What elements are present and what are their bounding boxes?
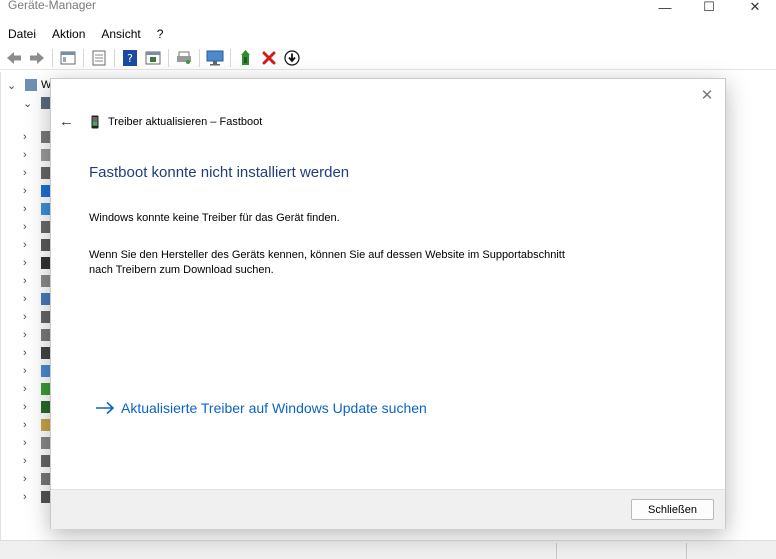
menu-ansicht[interactable]: Ansicht xyxy=(93,27,148,41)
minimize-button[interactable]: — xyxy=(642,0,688,18)
view-icon[interactable] xyxy=(143,48,163,68)
properties-icon[interactable] xyxy=(58,48,78,68)
update-driver-dialog: ✕ ← Treiber aktualisieren – Fastboot Fas… xyxy=(50,78,726,529)
chevron-right-icon[interactable]: › xyxy=(23,455,37,467)
windows-update-link[interactable]: Aktualisierte Treiber auf Windows Update… xyxy=(95,400,427,416)
chevron-right-icon[interactable]: › xyxy=(23,131,37,143)
chevron-right-icon[interactable]: › xyxy=(23,257,37,269)
toolbar-separator xyxy=(230,48,231,67)
dialog-hint-line: nach Treibern zum Download suchen. xyxy=(89,264,274,276)
chevron-right-icon[interactable]: › xyxy=(23,149,37,161)
chevron-right-icon[interactable]: › xyxy=(23,185,37,197)
dialog-message: Windows konnte keine Treiber für das Ger… xyxy=(89,212,340,224)
menu-aktion[interactable]: Aktion xyxy=(44,27,93,41)
toolbar-separator xyxy=(168,48,169,67)
chevron-right-icon[interactable]: › xyxy=(23,239,37,251)
windows-update-link-label: Aktualisierte Treiber auf Windows Update… xyxy=(121,400,427,416)
dialog-heading: Fastboot konnte nicht installiert werden xyxy=(89,164,350,181)
help-icon[interactable]: ? xyxy=(120,48,140,68)
chevron-right-icon[interactable]: › xyxy=(23,419,37,431)
computer-icon xyxy=(25,79,37,91)
chevron-right-icon[interactable]: › xyxy=(23,437,37,449)
uninstall-icon[interactable] xyxy=(259,48,279,68)
phone-device-icon xyxy=(91,115,99,129)
chevron-down-icon[interactable]: ⌄ xyxy=(7,79,21,92)
toolbar: ? xyxy=(0,46,776,70)
forward-icon[interactable] xyxy=(27,48,47,68)
chevron-right-icon[interactable]: › xyxy=(23,401,37,413)
chevron-right-icon[interactable]: › xyxy=(23,293,37,305)
menu-bar: Datei Aktion Ansicht ? xyxy=(0,24,776,44)
close-window-button[interactable]: ✕ xyxy=(732,0,776,18)
toolbar-separator xyxy=(199,48,200,67)
chevron-right-icon[interactable]: › xyxy=(23,221,37,233)
dialog-hint: Wenn Sie den Hersteller des Geräts kenne… xyxy=(89,248,649,278)
update-driver-icon[interactable] xyxy=(236,48,256,68)
window-title: Geräte-Manager xyxy=(8,0,97,12)
chevron-right-icon[interactable]: › xyxy=(23,365,37,377)
chevron-right-icon[interactable]: › xyxy=(23,383,37,395)
menu-datei[interactable]: Datei xyxy=(0,27,44,41)
chevron-right-icon[interactable]: › xyxy=(23,491,37,503)
chevron-right-icon[interactable]: › xyxy=(23,347,37,359)
close-button[interactable]: Schließen xyxy=(631,499,714,520)
scan-icon[interactable] xyxy=(89,48,109,68)
monitor-icon[interactable] xyxy=(205,48,225,68)
disable-icon[interactable] xyxy=(282,48,302,68)
toolbar-separator xyxy=(114,48,115,67)
maximize-button[interactable]: ☐ xyxy=(686,0,732,18)
status-separator xyxy=(556,543,557,559)
chevron-right-icon[interactable]: › xyxy=(23,275,37,287)
chevron-right-icon[interactable]: › xyxy=(23,473,37,485)
chevron-right-icon[interactable]: › xyxy=(23,311,37,323)
chevron-down-icon[interactable]: ⌄ xyxy=(23,97,37,110)
dialog-close-button[interactable]: ✕ xyxy=(697,85,717,105)
svg-text:?: ? xyxy=(127,52,133,65)
menu-help[interactable]: ? xyxy=(149,27,172,41)
chevron-right-icon[interactable]: › xyxy=(23,203,37,215)
title-bar: Geräte-Manager — ☐ ✕ xyxy=(0,0,776,22)
arrow-right-icon xyxy=(96,401,115,415)
toolbar-separator xyxy=(83,48,84,67)
chevron-right-icon[interactable]: › xyxy=(23,329,37,341)
back-icon[interactable] xyxy=(4,48,24,68)
dialog-hint-line: Wenn Sie den Hersteller des Geräts kenne… xyxy=(89,249,565,261)
toolbar-separator xyxy=(52,48,53,67)
status-separator xyxy=(686,543,687,559)
dialog-footer: Schließen xyxy=(51,489,725,529)
print-icon[interactable] xyxy=(174,48,194,68)
chevron-right-icon[interactable]: › xyxy=(23,167,37,179)
dialog-header-title: Treiber aktualisieren – Fastboot xyxy=(108,116,263,128)
status-bar xyxy=(0,540,776,559)
back-arrow-icon[interactable]: ← xyxy=(59,114,75,130)
